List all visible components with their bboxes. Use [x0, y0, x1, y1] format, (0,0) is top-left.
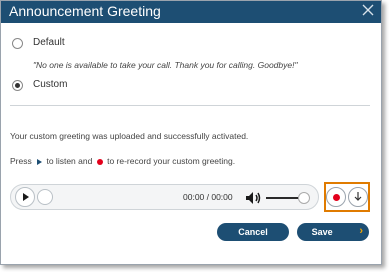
- announcement-greeting-dialog: Announcement Greeting Default "No one is…: [0, 0, 382, 265]
- default-radio[interactable]: [12, 38, 23, 49]
- download-icon: [354, 192, 362, 201]
- custom-option-label: Custom: [33, 79, 68, 90]
- close-icon[interactable]: [361, 3, 375, 17]
- volume-slider-thumb[interactable]: [298, 192, 310, 204]
- record-icon: [333, 194, 340, 201]
- instructions-rerecord: to re-record your custom greeting.: [107, 156, 236, 166]
- play-icon: [37, 158, 43, 165]
- record-icon: [96, 158, 103, 165]
- play-button[interactable]: [15, 187, 35, 207]
- custom-radio[interactable]: [12, 80, 23, 91]
- instructions: Press to listen and to re-record your cu…: [10, 156, 235, 167]
- save-button-label: Save: [311, 227, 333, 237]
- seek-handle[interactable]: [37, 189, 53, 205]
- player-time: 00:00 / 00:00: [183, 192, 233, 202]
- instructions-listen: to listen and: [46, 156, 93, 166]
- default-option-label: Default: [33, 37, 65, 48]
- cancel-button-label: Cancel: [238, 227, 268, 237]
- status-message: Your custom greeting was uploaded and su…: [10, 131, 249, 141]
- cancel-button[interactable]: Cancel: [217, 223, 289, 241]
- divider: [10, 105, 370, 106]
- instructions-press: Press: [10, 156, 32, 166]
- dialog-title: Announcement Greeting: [9, 3, 161, 19]
- download-button[interactable]: [348, 187, 368, 207]
- save-button[interactable]: Save ›: [297, 223, 369, 241]
- dialog-titlebar: Announcement Greeting: [1, 1, 381, 23]
- chevron-right-icon: ›: [359, 225, 363, 237]
- record-button[interactable]: [326, 187, 346, 207]
- audio-player: 00:00 / 00:00: [10, 184, 319, 210]
- default-greeting-text: "No one is available to take your call. …: [33, 60, 298, 70]
- volume-icon[interactable]: [245, 191, 263, 205]
- play-icon: [23, 193, 29, 201]
